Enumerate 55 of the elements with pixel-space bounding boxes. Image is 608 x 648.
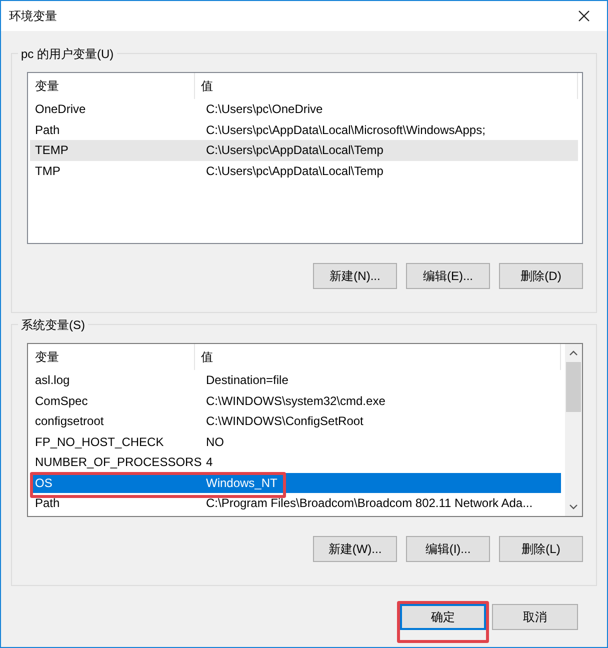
scroll-down-icon[interactable]: [569, 504, 578, 510]
list-view[interactable]: [27, 343, 583, 517]
table-cell-text: C:\WINDOWS\ConfigSetRoot: [205, 414, 364, 428]
table-cell-text: 4: [205, 455, 213, 470]
scrollbar[interactable]: [565, 344, 582, 516]
table-cell-text: OS: [34, 476, 54, 490]
close-icon: [578, 10, 590, 22]
scroll-up-icon[interactable]: [569, 350, 578, 356]
table-cell-text: ComSpec: [34, 394, 89, 408]
group-label: 系统变量(S): [18, 317, 88, 334]
column-header[interactable]: 值: [195, 73, 578, 99]
list-row[interactable]: TMP C:\Users\pc\AppData\Local\Temp: [30, 160, 578, 181]
table-cell-text: OneDrive: [34, 102, 87, 116]
table-cell-text: FP_NO_HOST_CHECK: [34, 434, 165, 449]
list-row[interactable]: ComSpec C:\WINDOWS\system32\cmd.exe: [30, 390, 561, 411]
dialog-button[interactable]: 取消: [492, 604, 578, 630]
list-row[interactable]: OS Windows_NT: [30, 472, 561, 493]
list-view[interactable]: 变量 值 OneDrive C:\Users\pc\OneDrive Path C:\Users\pc\AppData\Local\Microsoft\WindowsApps; TEMP C:\Users\pc\AppData\Local\Temp TMP C:\Users\pc\AppData\Local\Temp: [27, 72, 583, 244]
table-cell-text: C:\Program Files\Broadcom\Broadcom 802.11 Network Ada...: [205, 496, 533, 510]
list-row[interactable]: TEMP C:\Users\pc\AppData\Local\Temp: [30, 140, 578, 160]
dialog-button[interactable]: 新建(W)...: [313, 536, 397, 562]
column-header[interactable]: 值: [195, 344, 561, 370]
window-title: 环境变量: [9, 8, 57, 24]
table-cell-text: Destination=file: [205, 373, 288, 388]
list-row[interactable]: configsetroot C:\WINDOWS\ConfigSetRoot: [30, 411, 561, 432]
table-cell-text: Path: [34, 122, 61, 137]
table-cell-text: C:\Users\pc\AppData\Local\Microsoft\WindowsApps;: [205, 122, 486, 137]
column-header[interactable]: 变量: [30, 73, 195, 99]
table-cell-text: TMP: [34, 164, 62, 178]
table-cell-text: C:\Users\pc\AppData\Local\Temp: [205, 143, 384, 158]
list-row[interactable]: NUMBER_OF_PROCESSORS 4: [30, 452, 561, 472]
list-row[interactable]: Path C:\Users\pc\AppData\Local\Microsoft\WindowsApps;: [30, 120, 578, 140]
dialog-button[interactable]: 确定: [400, 604, 486, 630]
table-cell-text: asl.log: [34, 373, 71, 388]
table-cell-text: C:\Users\pc\AppData\Local\Temp: [205, 164, 384, 178]
dialog-button[interactable]: 删除(L): [499, 536, 583, 562]
table-cell-text: C:\Users\pc\OneDrive: [205, 102, 323, 116]
dialog-button[interactable]: 新建(N)...: [313, 263, 397, 289]
list-row[interactable]: OneDrive C:\Users\pc\OneDrive: [30, 99, 578, 120]
list-row[interactable]: asl.log Destination=file: [30, 370, 561, 390]
table-cell-text: NUMBER_OF_PROCESSORS: [34, 455, 200, 470]
table-cell-text: NO: [205, 434, 224, 449]
scroll-thumb[interactable]: [566, 362, 581, 412]
table-cell-text: TEMP: [34, 143, 70, 158]
list-row[interactable]: FP_NO_HOST_CHECK NO: [30, 432, 561, 452]
table-cell-text: Path: [34, 496, 61, 510]
dialog-button[interactable]: 编辑(I)...: [406, 536, 490, 562]
table-cell-text: C:\WINDOWS\system32\cmd.exe: [205, 394, 386, 408]
dialog-button[interactable]: 编辑(E)...: [406, 263, 490, 289]
column-header[interactable]: 变量: [30, 344, 195, 370]
dialog-button[interactable]: 删除(D): [499, 263, 583, 289]
table-cell-text: Windows_NT: [205, 476, 278, 490]
group-label: pc 的用户变量(U): [18, 46, 117, 63]
table-cell-text: configsetroot: [34, 414, 105, 428]
list-row[interactable]: Path C:\Program Files\Broadcom\Broadcom 802.11 Network Ada...: [30, 493, 561, 514]
